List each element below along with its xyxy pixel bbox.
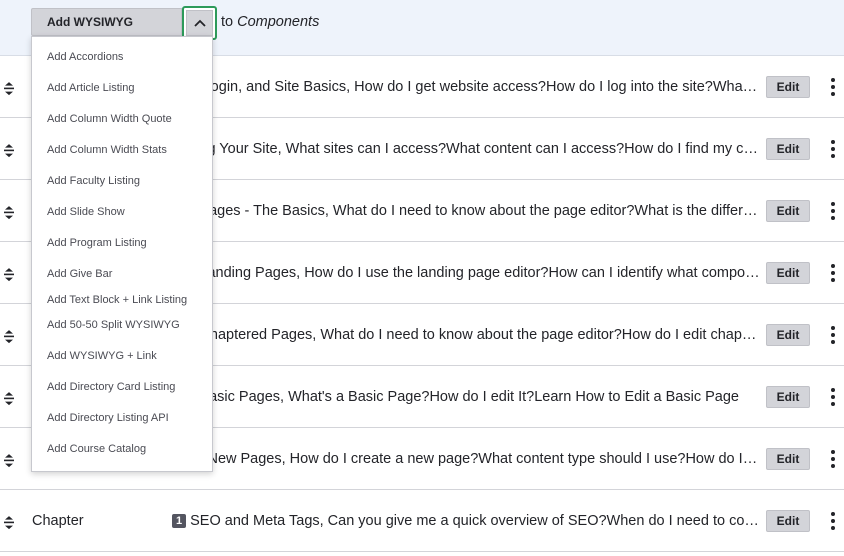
menu-item-label: Add Column Width Quote: [47, 113, 172, 125]
menu-item-label: Add Text Block + Link Listing: [47, 294, 188, 306]
menu-item-label: Add Directory Listing API: [47, 412, 169, 424]
menu-item-label: Add Faculty Listing: [47, 175, 140, 187]
row-summary-text: ting Pages - The Basics, What do I need …: [172, 202, 760, 219]
menu-item-label: Add Give Bar: [47, 268, 113, 280]
add-wysiwyg-button[interactable]: Add WYSIWYG: [31, 8, 182, 36]
menu-item[interactable]: Add Text Block + Link Listing: [32, 290, 212, 310]
more-options-icon[interactable]: [826, 201, 840, 220]
drag-handle-icon[interactable]: [2, 452, 16, 468]
drag-handle-icon[interactable]: [2, 266, 16, 282]
more-options-icon[interactable]: [826, 449, 840, 468]
menu-item[interactable]: Add WYSIWYG + Link: [32, 341, 212, 372]
menu-item[interactable]: Add Accordions: [32, 42, 212, 73]
edit-button[interactable]: Edit: [766, 509, 810, 532]
more-options-icon[interactable]: [826, 387, 840, 406]
edit-button[interactable]: Edit: [766, 75, 810, 98]
edit-button[interactable]: Edit: [766, 323, 810, 346]
menu-item-label: Add Slide Show: [47, 206, 125, 218]
row-summary-text: ating New Pages, How do I create a new p…: [172, 450, 760, 467]
chevron-up-icon: [186, 10, 213, 36]
menu-item-label: Add Directory Card Listing: [47, 381, 176, 393]
more-options-icon[interactable]: [826, 77, 840, 96]
header-components-label: Components: [237, 14, 320, 30]
row-summary-text: ting Basic Pages, What's a Basic Page?Ho…: [172, 388, 739, 405]
row-summary: ting Landing Pages, How do I use the lan…: [172, 265, 760, 281]
menu-item[interactable]: Add Give Bar: [32, 259, 212, 290]
drag-handle-icon[interactable]: [2, 390, 16, 406]
more-options-icon[interactable]: [826, 325, 840, 344]
drag-handle-icon[interactable]: [2, 514, 16, 530]
menu-item-label: Add Course Catalog: [47, 443, 147, 455]
row-summary: naging Your Site, What sites can I acces…: [172, 141, 760, 157]
drag-handle-icon[interactable]: [2, 328, 16, 344]
row-summary-text: ting Chaptered Pages, What do I need to …: [172, 326, 760, 343]
edit-button[interactable]: Edit: [766, 447, 810, 470]
menu-item[interactable]: Add Course Catalog: [32, 434, 212, 465]
header-text: to Components: [221, 14, 320, 30]
drag-handle-icon[interactable]: [2, 204, 16, 220]
drag-handle-icon[interactable]: [2, 80, 16, 96]
drag-handle-icon[interactable]: [2, 142, 16, 158]
menu-item-label: Add Article Listing: [47, 82, 135, 94]
menu-item[interactable]: Add Directory Listing API: [32, 403, 212, 434]
row-summary: ess, Login, and Site Basics, How do I ge…: [172, 79, 760, 95]
menu-item[interactable]: Add Article Listing: [32, 73, 212, 104]
row-summary: ating New Pages, How do I create a new p…: [172, 451, 760, 467]
row-summary-text: ess, Login, and Site Basics, How do I ge…: [172, 78, 760, 95]
row-summary-text: naging Your Site, What sites can I acces…: [172, 140, 760, 157]
menu-item-label: Add Column Width Stats: [47, 144, 167, 156]
row-label: Chapter: [32, 512, 84, 529]
row-summary: ting Pages - The Basics, What do I need …: [172, 203, 760, 219]
row-summary: 1 SEO and Meta Tags, Can you give me a qu…: [172, 513, 760, 529]
dropdown-toggle-button[interactable]: [182, 6, 217, 40]
menu-item[interactable]: Add Slide Show: [32, 197, 212, 228]
more-options-icon[interactable]: [826, 139, 840, 158]
more-options-icon[interactable]: [826, 511, 840, 530]
row-summary-text: SEO and Meta Tags, Can you give me a qui…: [190, 512, 760, 529]
edit-button[interactable]: Edit: [766, 385, 810, 408]
menu-item[interactable]: Add Directory Card Listing: [32, 372, 212, 403]
menu-item-label: Add 50-50 Split WYSIWYG: [47, 319, 180, 331]
edit-button[interactable]: Edit: [766, 199, 810, 222]
edit-button[interactable]: Edit: [766, 137, 810, 160]
count-badge: 1: [172, 513, 187, 528]
menu-item-label: Add Accordions: [47, 51, 124, 63]
menu-item-label: Add WYSIWYG + Link: [47, 350, 157, 362]
menu-item[interactable]: Add Column Width Stats: [32, 135, 212, 166]
row-summary: ting Chaptered Pages, What do I need to …: [172, 327, 760, 343]
dropdown-menu: Add Accordions Add Article Listing Add Col…: [31, 36, 213, 472]
table-row: Chapter 1 SEO and Meta Tags, Can you give …: [0, 490, 844, 552]
menu-item[interactable]: Add Column Width Quote: [32, 104, 212, 135]
more-options-icon[interactable]: [826, 263, 840, 282]
menu-item[interactable]: Add Faculty Listing: [32, 166, 212, 197]
menu-item[interactable]: Add 50-50 Split WYSIWYG: [32, 310, 212, 341]
edit-button[interactable]: Edit: [766, 261, 810, 284]
menu-item-label: Add Program Listing: [47, 237, 147, 249]
row-summary-text: ting Landing Pages, How do I use the lan…: [172, 264, 760, 281]
row-summary: ting Basic Pages, What's a Basic Page?Ho…: [172, 389, 760, 405]
menu-item[interactable]: Add Program Listing: [32, 228, 212, 259]
